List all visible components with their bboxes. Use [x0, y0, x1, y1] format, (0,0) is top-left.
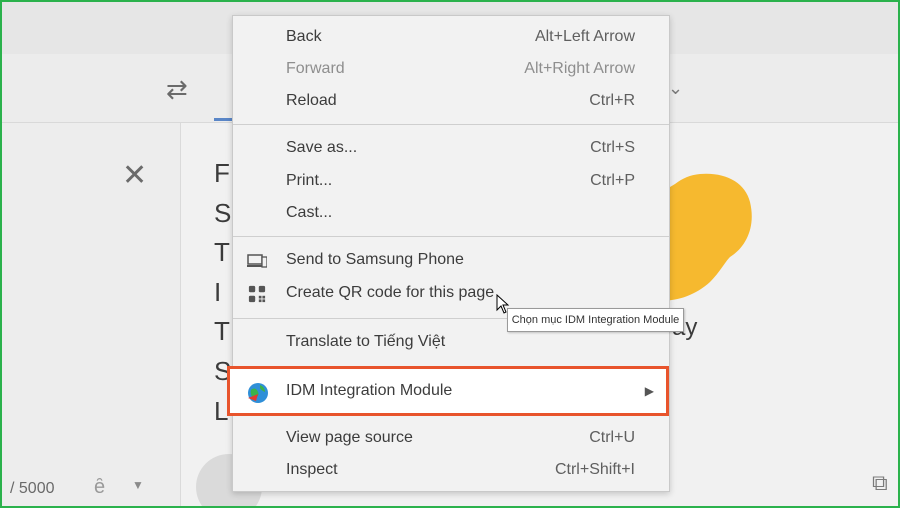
menu-item-shortcut: Ctrl+P [590, 172, 635, 189]
source-panel [2, 123, 181, 506]
idm-globe-icon [248, 383, 268, 403]
menu-item-label: IDM Integration Module [286, 382, 453, 399]
menu-item-label: Back [286, 28, 322, 45]
char-count: / 5000 [10, 480, 55, 497]
menu-item-shortcut: Ctrl+R [589, 92, 635, 109]
chevron-down-icon[interactable]: ⌄ [668, 78, 683, 99]
menu-item-shortcut: Ctrl+U [589, 429, 635, 446]
menu-item-create-qr[interactable]: Create QR code for this page [233, 278, 669, 310]
copy-icon[interactable]: ⧉ [872, 470, 888, 496]
submenu-arrow-icon: ▶ [644, 384, 654, 398]
menu-item-print[interactable]: Print... Ctrl+P [233, 166, 669, 198]
menu-item-inspect[interactable]: Inspect Ctrl+Shift+I [233, 455, 669, 487]
menu-item-label: Create QR code for this page [286, 284, 495, 301]
menu-item-shortcut: Ctrl+S [590, 139, 635, 156]
menu-item-label: Reload [286, 92, 337, 109]
text-line: T [214, 237, 230, 268]
menu-item-shortcut: Alt+Right Arrow [524, 60, 635, 77]
menu-item-forward[interactable]: Forward Alt+Right Arrow [233, 54, 669, 86]
text-line: F [214, 158, 230, 188]
menu-item-cast[interactable]: Cast... [233, 198, 669, 230]
menu-item-label: Inspect [286, 461, 338, 478]
menu-item-label: Forward [286, 60, 345, 77]
menu-item-shortcut: Alt+Left Arrow [534, 28, 635, 45]
menu-item-back[interactable]: Back Alt+Left Arrow [233, 22, 669, 54]
swap-languages-icon[interactable]: ⇄ [166, 74, 188, 105]
caret-down-icon[interactable]: ▼ [132, 478, 144, 492]
menu-separator [233, 124, 669, 125]
menu-item-label: Translate to Tiếng Việt [286, 333, 446, 350]
menu-item-view-source[interactable]: View page source Ctrl+U [233, 423, 669, 455]
menu-item-label: View page source [286, 429, 413, 446]
keyboard-icon[interactable]: ȇ [94, 476, 105, 499]
screenshot-frame: ⇄ ⌄ ✕ / 5000 ȇ ▼ ⧉ F S T I T S L ay Back… [0, 0, 900, 508]
context-menu: Back Alt+Left Arrow Forward Alt+Right Ar… [227, 15, 670, 492]
menu-item-label: Save as... [286, 139, 358, 156]
menu-item-reload[interactable]: Reload Ctrl+R [233, 86, 669, 118]
menu-item-shortcut: Ctrl+Shift+I [554, 461, 635, 478]
close-icon[interactable]: ✕ [122, 158, 147, 193]
menu-item-label: Send to Samsung Phone [286, 251, 464, 268]
menu-separator [233, 236, 669, 237]
menu-item-label: Print... [286, 172, 333, 189]
text-line: I [214, 276, 222, 307]
menu-item-save-as[interactable]: Save as... Ctrl+S [233, 133, 669, 165]
device-send-icon [247, 254, 267, 268]
menu-item-send-to-phone[interactable]: Send to Samsung Phone [233, 245, 669, 277]
tooltip: Chọn mục IDM Integration Module [507, 308, 684, 332]
text-line: S [214, 197, 232, 228]
qr-code-icon [248, 285, 266, 303]
text-line: T [214, 316, 230, 347]
menu-item-idm-integration[interactable]: IDM Integration Module ▶ [227, 366, 669, 416]
menu-item-label: Cast... [286, 204, 333, 221]
